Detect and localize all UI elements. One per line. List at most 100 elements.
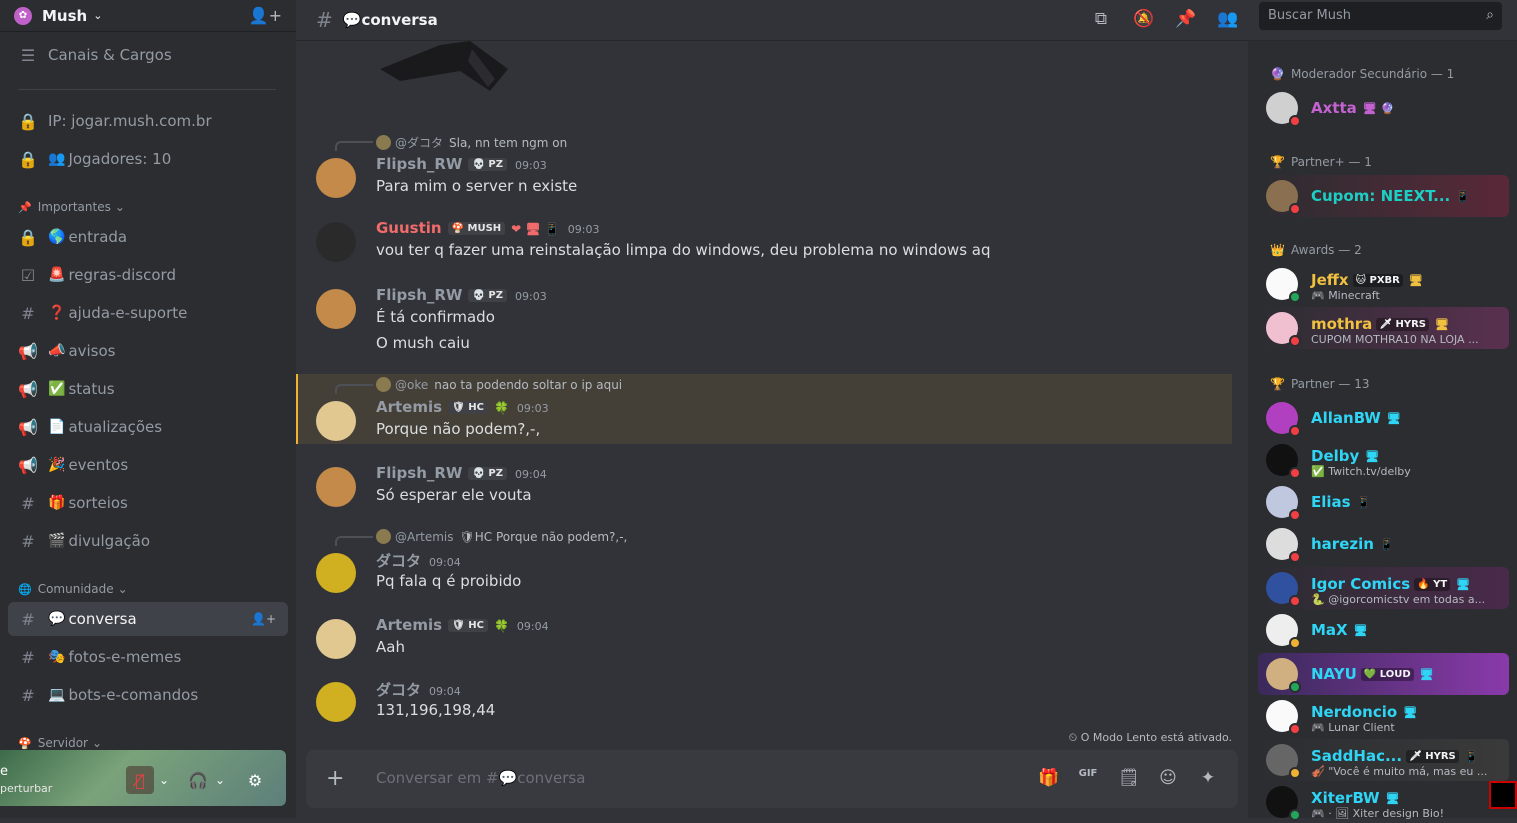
message[interactable]: Artemis 🛡 HC 🍀 09:04 Aah: [296, 616, 1232, 670]
message[interactable]: Flipsh_RW 💀 PZ 09:03 É tá confirmado O mush …: [296, 286, 1232, 362]
sidebar-item-players[interactable]: 🔒 👥 Jogadores: 10: [8, 142, 288, 176]
device-icon: 🖥: [1385, 792, 1400, 805]
member-item[interactable]: harezin 📱: [1258, 523, 1509, 565]
chevron-down-icon[interactable]: ⌄: [212, 766, 228, 794]
message[interactable]: @Artemis 🛡HC Porque não podem?,-, ダコタ 09:04…: [296, 526, 1232, 604]
message[interactable]: @oke nao ta podendo soltar o ip aqui Artem…: [296, 374, 1232, 452]
member-item[interactable]: MaX 🖥: [1258, 609, 1509, 651]
sidebar-item-avisos[interactable]: 📢 📣 avisos: [8, 334, 288, 368]
device-icon: 📱: [1464, 750, 1479, 763]
gif-icon[interactable]: GIF: [1078, 768, 1098, 788]
member-list-icon[interactable]: 👥: [1217, 9, 1238, 29]
apps-icon[interactable]: ✦: [1198, 768, 1218, 788]
channel-emoji-icon: 🎭: [48, 649, 66, 665]
message[interactable]: ダコタ 09:04 131,196,198,44: [296, 679, 1232, 733]
reply-preview[interactable]: @oke nao ta podendo soltar o ip aqui: [376, 377, 622, 392]
message[interactable]: Guustin 🍄 MUSH ❤ 🖥 📱 09:03 vou ter q fazer u…: [296, 219, 1232, 273]
message[interactable]: @ダコタ Sla, nn tem ngm on Flipsh_RW 💀 PZ 09:03…: [296, 131, 1232, 209]
reply-preview[interactable]: @ダコタ Sla, nn tem ngm on: [376, 134, 567, 151]
status-indicator: [1289, 335, 1301, 347]
sidebar-item-ajuda-e-suporte[interactable]: # ❓ ajuda-e-suporte: [8, 296, 288, 330]
emoji-icon[interactable]: ☺: [1158, 768, 1178, 788]
gift-icon[interactable]: 🎁: [1038, 768, 1059, 788]
sidebar-item-fotos-e-memes[interactable]: # 🎭 fotos-e-memes: [8, 640, 288, 674]
member-item[interactable]: mothra 🗡 HYRS 🖥 CUPOM MOTHRA10 NA LOJA ...: [1258, 307, 1509, 349]
member-item[interactable]: XiterBW 🖥 🎮 · 🖼 Xiter design Bio!: [1258, 781, 1509, 823]
server-header[interactable]: ✿ Mush ⌄ 👤+: [0, 0, 296, 32]
avatar[interactable]: [316, 158, 356, 198]
message-timestamp: 09:04: [515, 468, 547, 481]
category-importantes[interactable]: 📌 Importantes ⌄: [18, 200, 125, 214]
chevron-down-icon[interactable]: ⌄: [156, 766, 172, 794]
author-name: Artemis: [376, 398, 443, 416]
pin-icon[interactable]: 📌: [1175, 9, 1196, 29]
member-name: Jeffx 🐱 PXBR 🖥: [1311, 271, 1423, 289]
search-input[interactable]: Buscar Mush ⌕: [1259, 2, 1502, 30]
member-item[interactable]: Igor Comics 🔥 YT 🖥 🐍 @igorcomicstv em todas…: [1258, 567, 1509, 609]
threads-icon[interactable]: ⧉: [1091, 9, 1111, 29]
user-name: e: [0, 764, 8, 779]
member-name: mothra 🗡 HYRS 🖥: [1311, 315, 1449, 333]
message[interactable]: Flipsh_RW 💀 PZ 09:04 Só esperar ele vouta: [296, 464, 1232, 518]
member-name: Nerdoncio 🖥: [1311, 703, 1417, 721]
message-author[interactable]: Flipsh_RW 💀 PZ 09:04: [376, 464, 547, 482]
mute-microphone-icon[interactable]: 🎙̸: [126, 766, 154, 794]
settings-gear-icon[interactable]: ⚙: [241, 766, 269, 794]
role-badge: 🍄 MUSH: [447, 222, 506, 235]
sidebar-item-divulgação[interactable]: # 🎬 divulgação: [8, 524, 288, 558]
message-author[interactable]: ダコタ 09:04: [376, 679, 461, 700]
author-name: Artemis: [376, 616, 443, 634]
message-author[interactable]: Guustin 🍄 MUSH ❤ 🖥 📱 09:03: [376, 219, 599, 237]
avatar[interactable]: [316, 682, 356, 722]
avatar[interactable]: [316, 467, 356, 507]
divider: [18, 89, 276, 90]
reply-preview[interactable]: @Artemis 🛡HC Porque não podem?,-,: [376, 529, 627, 544]
sidebar-item-ip[interactable]: 🔒 IP: jogar.mush.com.br: [8, 104, 288, 138]
add-attachment-icon[interactable]: +: [326, 766, 344, 791]
avatar[interactable]: [316, 289, 356, 329]
message-author[interactable]: Flipsh_RW 💀 PZ 09:03: [376, 286, 547, 304]
role-badge: 💀 PZ: [468, 158, 507, 171]
member-item[interactable]: Axtta 🖥 🔮: [1258, 87, 1509, 129]
notification-muted-icon[interactable]: 🔕: [1133, 9, 1154, 29]
reply-author: @ダコタ: [395, 136, 444, 150]
sidebar-item-eventos[interactable]: 📢 🎉 eventos: [8, 448, 288, 482]
status-indicator: [1289, 425, 1301, 437]
message-composer[interactable]: + Conversar em #💬conversa 🎁 GIF 🗒 ☺ ✦: [306, 750, 1238, 808]
sticker-icon[interactable]: 🗒: [1118, 768, 1140, 788]
category-servidor[interactable]: 🍄 Servidor ⌄: [18, 736, 102, 750]
sidebar-item-bots-e-comandos[interactable]: # 💻 bots-e-comandos: [8, 678, 288, 712]
mushroom-icon: 🍄: [18, 736, 32, 750]
sidebar-item-status[interactable]: 📢 ✅ status: [8, 372, 288, 406]
invite-icon[interactable]: 👤+: [251, 612, 276, 626]
avatar[interactable]: [316, 401, 356, 441]
member-item[interactable]: Jeffx 🐱 PXBR 🖥 🎮 Minecraft: [1258, 263, 1509, 305]
member-item[interactable]: AllanBW 🖥: [1258, 397, 1509, 439]
avatar[interactable]: [316, 222, 356, 262]
sidebar-item-conversa[interactable]: # 💬 conversa 👤+: [8, 602, 288, 636]
channel-type-icon: #: [21, 531, 35, 551]
sidebar-item-sorteios[interactable]: # 🎁 sorteios: [8, 486, 288, 520]
message-author[interactable]: Flipsh_RW 💀 PZ 09:03: [376, 155, 547, 173]
sidebar-item-atualizações[interactable]: 📢 📄 atualizações: [8, 410, 288, 444]
headphones-icon[interactable]: 🎧: [184, 766, 212, 794]
category-comunidade[interactable]: 🌐 Comunidade ⌄: [18, 582, 128, 596]
member-item[interactable]: Cupom: NEEXT... 📱: [1258, 175, 1509, 217]
member-item[interactable]: Delby 🖥 ✅ Twitch.tv/delby: [1258, 439, 1509, 481]
message-input[interactable]: Conversar em #💬conversa: [376, 769, 585, 787]
sidebar-item-entrada[interactable]: 🔒 🌎 entrada: [8, 220, 288, 254]
member-item[interactable]: Elias 📱: [1258, 481, 1509, 523]
member-item[interactable]: SaddHac... 🗡 HYRS 📱 🎻 "Você é muito má, mas…: [1258, 739, 1509, 781]
member-item[interactable]: Nerdoncio 🖥 🎮 Lunar Client: [1258, 695, 1509, 737]
avatar[interactable]: [316, 553, 356, 593]
member-item[interactable]: NAYU 💚 LOUD 🖥: [1258, 653, 1509, 695]
role-badge: 💀 PZ: [468, 289, 507, 302]
message-author[interactable]: Artemis 🛡 HC 🍀 09:04: [376, 616, 549, 634]
sidebar-item-regras-discord[interactable]: ☑ 🚨 regras-discord: [8, 258, 288, 292]
invite-people-icon[interactable]: 👤+: [249, 6, 282, 25]
avatar[interactable]: [316, 619, 356, 659]
channel-type-icon: 📢: [18, 379, 38, 399]
sidebar-item-channels-roles[interactable]: ☰ Canais & Cargos: [8, 38, 288, 72]
message-author[interactable]: ダコタ 09:04: [376, 550, 461, 571]
message-author[interactable]: Artemis 🛡 HC 🍀 09:03: [376, 398, 549, 416]
